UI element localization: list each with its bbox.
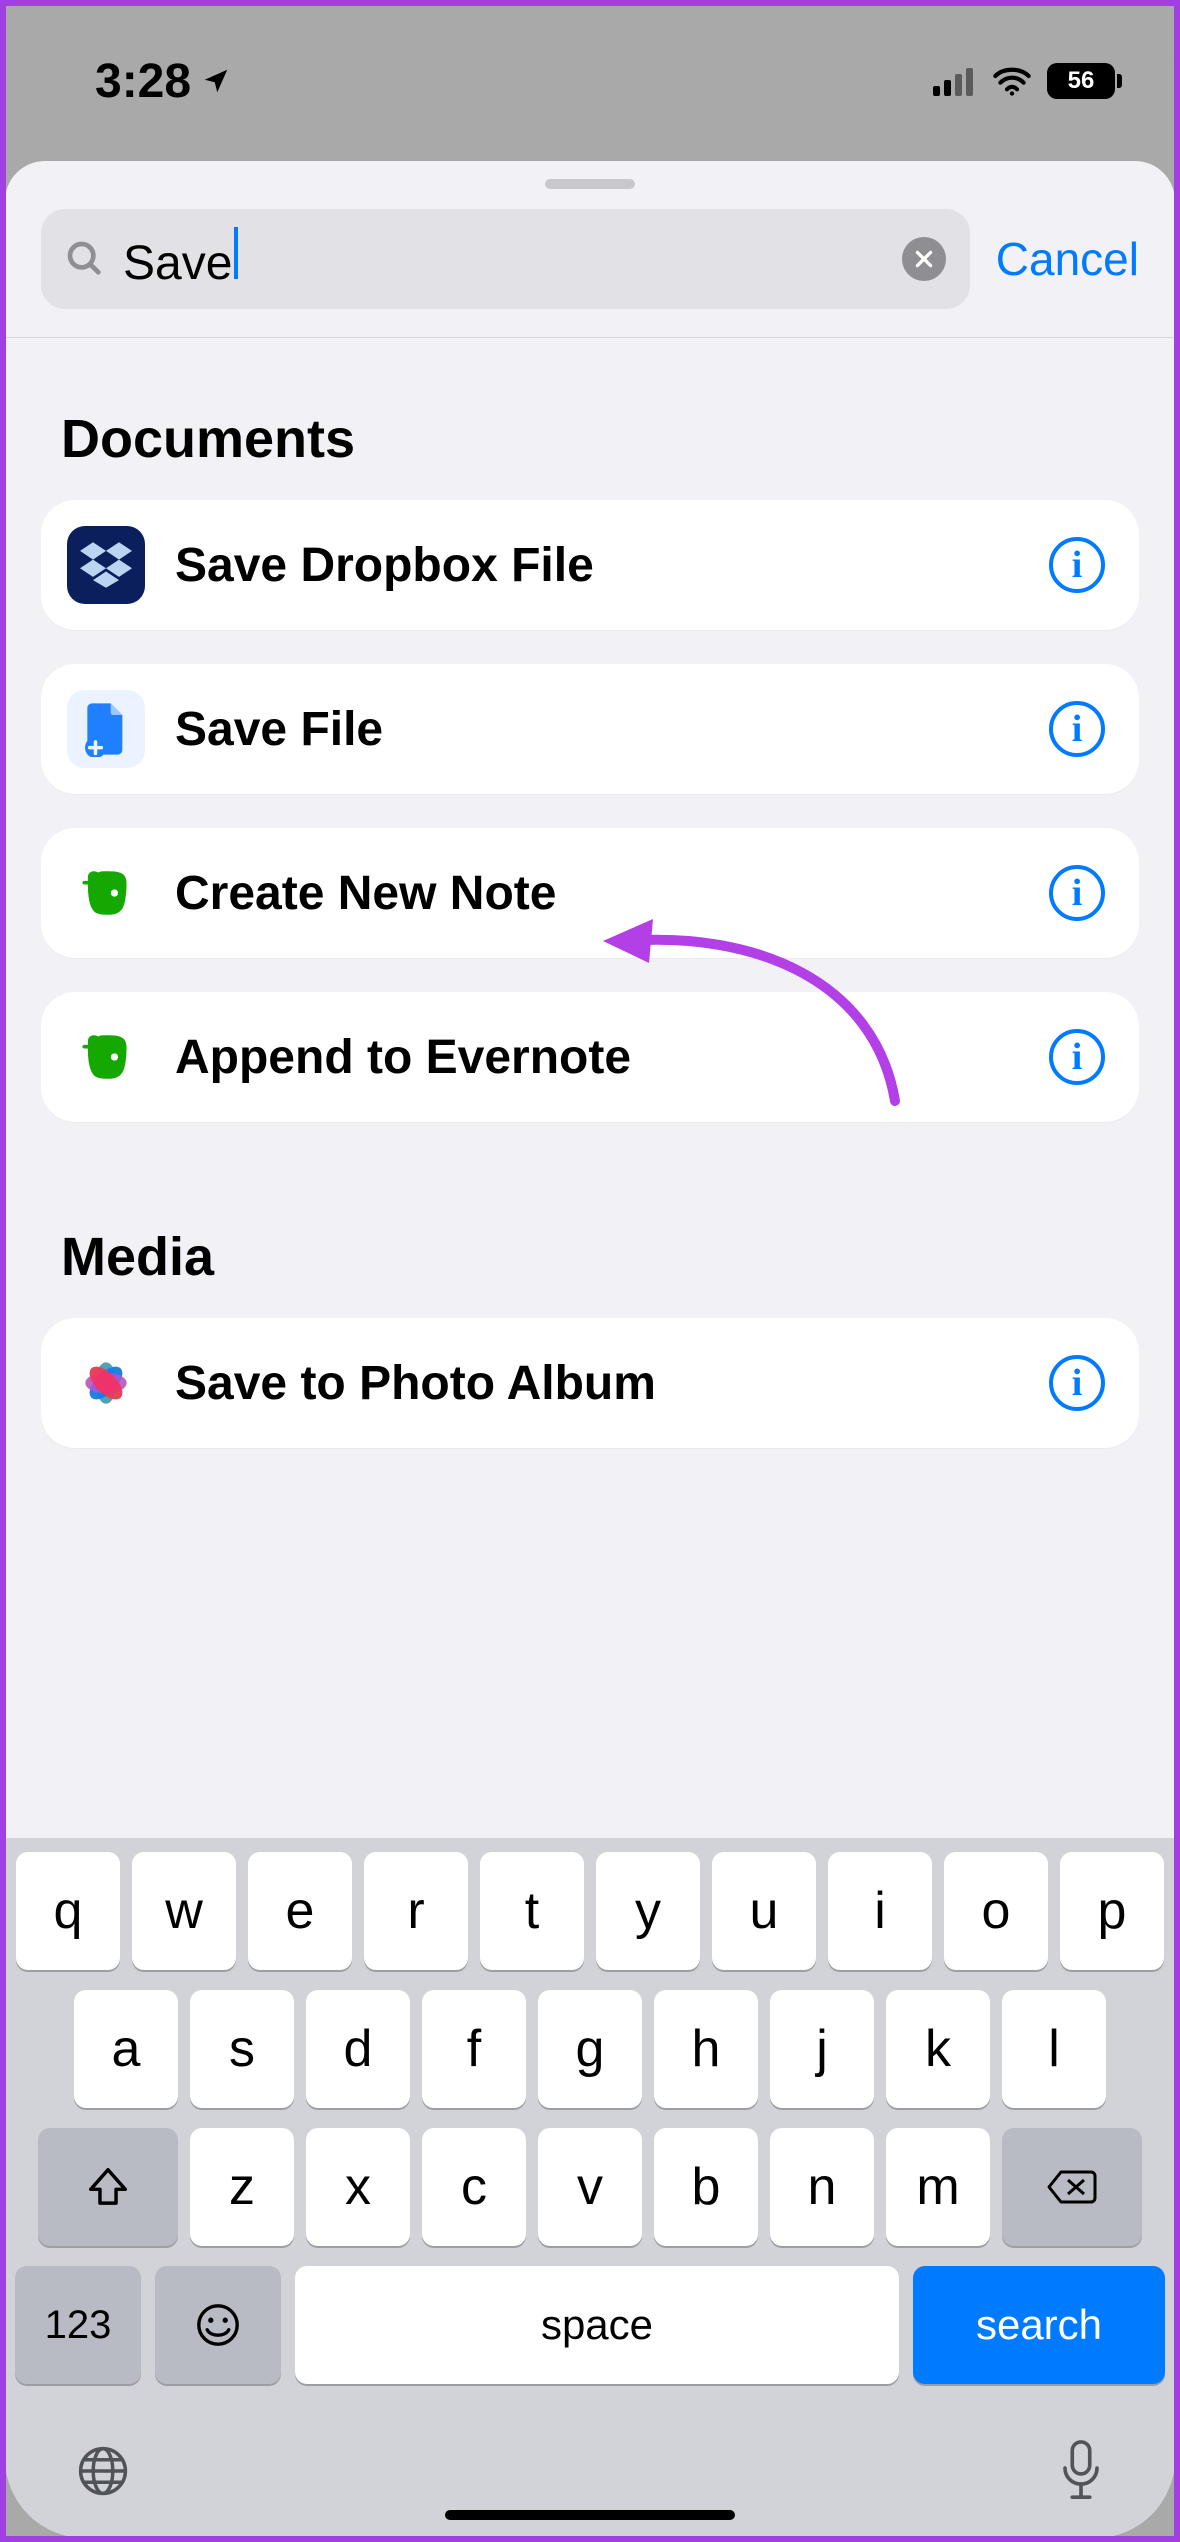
search-icon [65, 239, 105, 279]
key-x[interactable]: x [306, 2128, 410, 2246]
key-c[interactable]: c [422, 2128, 526, 2246]
status-bar: 3:28 56 [5, 6, 1175, 156]
backspace-icon [1046, 2167, 1098, 2207]
key-v[interactable]: v [538, 2128, 642, 2246]
backspace-key[interactable] [1002, 2128, 1142, 2246]
key-l[interactable]: l [1002, 1990, 1106, 2108]
keyboard: qwertyuiop asdfghjkl zxcvbnm 123 [5, 1838, 1175, 2538]
file-icon [67, 690, 145, 768]
search-field[interactable]: Save [41, 209, 970, 309]
key-w[interactable]: w [132, 1852, 236, 1970]
key-j[interactable]: j [770, 1990, 874, 2108]
text-cursor [234, 227, 238, 279]
key-q[interactable]: q [16, 1852, 120, 1970]
info-button[interactable]: i [1049, 1029, 1105, 1085]
key-b[interactable]: b [654, 2128, 758, 2246]
action-label: Save to Photo Album [175, 1356, 1019, 1411]
key-a[interactable]: a [74, 1990, 178, 2108]
clear-button[interactable] [902, 237, 946, 281]
key-y[interactable]: y [596, 1852, 700, 1970]
x-icon [913, 248, 935, 270]
key-h[interactable]: h [654, 1990, 758, 2108]
battery-icon: 56 [1047, 63, 1115, 99]
action-row-append-evernote[interactable]: Append to Evernote i [41, 992, 1139, 1122]
evernote-icon [67, 854, 145, 932]
search-key[interactable]: search [913, 2266, 1165, 2384]
photos-icon [67, 1344, 145, 1422]
key-s[interactable]: s [190, 1990, 294, 2108]
shift-icon [85, 2164, 131, 2210]
info-button[interactable]: i [1049, 865, 1105, 921]
numeric-key[interactable]: 123 [15, 2266, 141, 2384]
key-p[interactable]: p [1060, 1852, 1164, 1970]
action-row-save-dropbox[interactable]: Save Dropbox File i [41, 500, 1139, 630]
action-row-save-photo-album[interactable]: Save to Photo Album i [41, 1318, 1139, 1448]
evernote-icon [67, 1018, 145, 1096]
action-label: Append to Evernote [175, 1030, 1019, 1085]
action-label: Save Dropbox File [175, 538, 1019, 593]
emoji-icon [194, 2301, 242, 2349]
location-icon [201, 66, 231, 96]
key-f[interactable]: f [422, 1990, 526, 2108]
key-m[interactable]: m [886, 2128, 990, 2246]
search-sheet: Save Cancel Documents Save Dropbox File … [5, 161, 1175, 2538]
home-indicator[interactable] [445, 2510, 735, 2520]
info-button[interactable]: i [1049, 1355, 1105, 1411]
sheet-grabber[interactable] [545, 179, 635, 189]
emoji-key[interactable] [155, 2266, 281, 2384]
key-z[interactable]: z [190, 2128, 294, 2246]
globe-icon[interactable] [75, 2443, 131, 2499]
cellular-icon [933, 66, 977, 96]
info-button[interactable]: i [1049, 701, 1105, 757]
action-row-create-note[interactable]: Create New Note i [41, 828, 1139, 958]
key-k[interactable]: k [886, 1990, 990, 2108]
key-r[interactable]: r [364, 1852, 468, 1970]
status-time: 3:28 [95, 54, 191, 109]
key-n[interactable]: n [770, 2128, 874, 2246]
cancel-button[interactable]: Cancel [996, 232, 1139, 286]
key-t[interactable]: t [480, 1852, 584, 1970]
action-label: Save File [175, 702, 1019, 757]
action-label: Create New Note [175, 866, 1019, 921]
key-i[interactable]: i [828, 1852, 932, 1970]
dropbox-icon [67, 526, 145, 604]
wifi-icon [991, 66, 1033, 96]
key-e[interactable]: e [248, 1852, 352, 1970]
key-u[interactable]: u [712, 1852, 816, 1970]
key-o[interactable]: o [944, 1852, 1048, 1970]
action-row-save-file[interactable]: Save File i [41, 664, 1139, 794]
key-g[interactable]: g [538, 1990, 642, 2108]
info-button[interactable]: i [1049, 537, 1105, 593]
search-input[interactable]: Save [119, 227, 888, 291]
shift-key[interactable] [38, 2128, 178, 2246]
space-key[interactable]: space [295, 2266, 899, 2384]
microphone-icon[interactable] [1057, 2439, 1105, 2503]
section-title-media: Media [41, 1156, 1139, 1318]
section-title-documents: Documents [41, 338, 1139, 500]
key-d[interactable]: d [306, 1990, 410, 2108]
